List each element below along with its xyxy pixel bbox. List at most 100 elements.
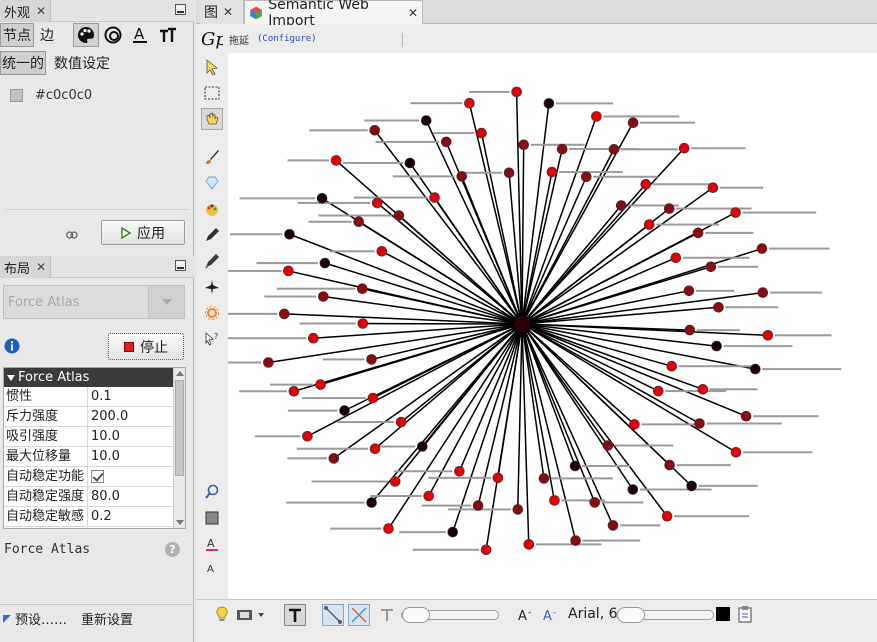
graph-node[interactable] [589, 497, 601, 508]
property-row[interactable]: 自动稳定强度 80.0 [4, 487, 174, 507]
graph-node[interactable] [730, 207, 741, 218]
graph-node[interactable] [640, 179, 652, 190]
graph-node[interactable] [713, 302, 724, 313]
graph-node[interactable] [549, 495, 560, 506]
graph-node[interactable] [454, 465, 465, 477]
graph-node[interactable] [316, 193, 328, 204]
graph-node[interactable] [420, 115, 432, 126]
close-icon[interactable]: ✕ [36, 260, 46, 274]
graph-node[interactable] [580, 171, 592, 183]
layout-tab[interactable]: 布局 ✕ [0, 256, 52, 278]
graph-node[interactable] [756, 243, 768, 254]
graph-node[interactable] [315, 379, 326, 390]
property-row[interactable]: 斥力强度 200.0 [4, 407, 174, 427]
graph-hub-node[interactable] [514, 316, 530, 332]
close-icon[interactable]: ✕ [223, 5, 233, 19]
graph-node[interactable] [283, 265, 294, 277]
graph-node[interactable] [615, 200, 627, 211]
graph-node[interactable] [757, 287, 769, 298]
close-icon[interactable]: ✕ [36, 4, 46, 18]
graph-node[interactable] [546, 166, 558, 178]
graph-node[interactable] [591, 111, 602, 122]
graph-node[interactable] [608, 144, 620, 155]
graph-node[interactable] [543, 98, 555, 109]
graph-node[interactable] [357, 318, 369, 329]
graph-node[interactable] [629, 419, 640, 430]
minimize-icon[interactable] [175, 4, 186, 15]
chevron-down-icon[interactable] [148, 286, 184, 318]
text-size-icon[interactable] [379, 607, 395, 623]
property-value[interactable]: 0.1 [88, 387, 112, 406]
help-icon[interactable]: ? [165, 542, 180, 557]
graph-node[interactable] [376, 246, 388, 257]
graph-node[interactable] [607, 520, 619, 531]
graph-node[interactable] [308, 332, 319, 344]
label-color-icon[interactable]: A [127, 23, 153, 47]
property-row[interactable]: 惯性 0.1 [4, 387, 174, 407]
graph-node[interactable] [518, 139, 530, 151]
graph-node[interactable] [319, 257, 331, 269]
color-row[interactable]: #c0c0c0 [10, 88, 92, 103]
color-painter-icon[interactable] [201, 198, 223, 220]
graph-node[interactable] [393, 210, 405, 221]
graph-node[interactable] [652, 385, 664, 397]
graph-node[interactable] [395, 416, 407, 428]
graph-node[interactable] [353, 216, 364, 227]
graph-node[interactable] [472, 500, 484, 511]
graph-node[interactable] [627, 117, 639, 128]
graph-node[interactable] [523, 539, 535, 550]
size-rings-icon[interactable] [100, 23, 126, 47]
presets-button[interactable]: 预设…… [3, 609, 67, 628]
palette-icon[interactable] [73, 23, 99, 47]
graph-node[interactable] [686, 480, 697, 492]
graph-node[interactable] [661, 510, 673, 522]
label-size-icon[interactable] [155, 23, 181, 47]
reset-button[interactable]: 重新设置 [81, 609, 133, 628]
graph-node[interactable] [263, 357, 274, 368]
graph-node[interactable] [697, 383, 709, 395]
scrollbar-thumb[interactable] [175, 380, 184, 476]
graph-node[interactable] [643, 219, 655, 230]
select-arrow-icon[interactable] [201, 56, 223, 78]
property-checkbox[interactable] [88, 467, 104, 486]
graph-node[interactable] [366, 354, 377, 365]
font-size-decrease-icon[interactable]: A- [517, 607, 535, 623]
graph-node[interactable] [663, 203, 675, 214]
scroll-down-icon[interactable] [176, 520, 184, 526]
graph-network[interactable] [208, 53, 877, 599]
stop-button[interactable]: 停止 [108, 333, 184, 360]
edge-style-toggle[interactable] [322, 604, 344, 626]
edge-color-toggle[interactable] [348, 604, 370, 626]
label-size-knob[interactable] [402, 607, 430, 623]
rectangle-select-icon[interactable] [201, 82, 223, 104]
diamond-icon[interactable] [201, 172, 223, 194]
label-size-slider[interactable] [401, 607, 499, 623]
graph-node[interactable] [339, 405, 350, 416]
graph-node[interactable] [556, 143, 568, 155]
zoom-icon[interactable] [201, 481, 223, 503]
property-value[interactable]: 0.2 [88, 507, 112, 526]
graph-node[interactable] [512, 504, 524, 515]
graph-node[interactable] [440, 136, 452, 148]
graph-node[interactable] [357, 283, 368, 294]
graph-node[interactable] [480, 544, 492, 556]
graph-node[interactable] [423, 490, 434, 502]
graph-node[interactable] [371, 197, 383, 209]
properties-scrollbar[interactable] [173, 368, 185, 528]
pencil-icon[interactable] [201, 224, 223, 246]
graph-node[interactable] [538, 473, 550, 484]
property-value[interactable]: 80.0 [88, 487, 120, 506]
clipboard-icon[interactable] [737, 605, 753, 623]
graph-node[interactable] [705, 261, 717, 273]
graph-node[interactable] [278, 308, 290, 320]
graph-node[interactable] [666, 360, 678, 372]
graph-node[interactable] [569, 460, 581, 472]
graph-node[interactable] [707, 182, 719, 193]
minimize-icon[interactable] [175, 260, 186, 271]
property-row[interactable]: 最大位移量 10.0 [4, 447, 174, 467]
show-labels-toggle[interactable] [284, 604, 306, 626]
property-value[interactable]: 10.0 [88, 447, 120, 466]
graph-node[interactable] [692, 227, 704, 239]
font-label[interactable]: Arial, 6 [568, 606, 618, 622]
edge-pencil-icon[interactable] [201, 250, 223, 272]
